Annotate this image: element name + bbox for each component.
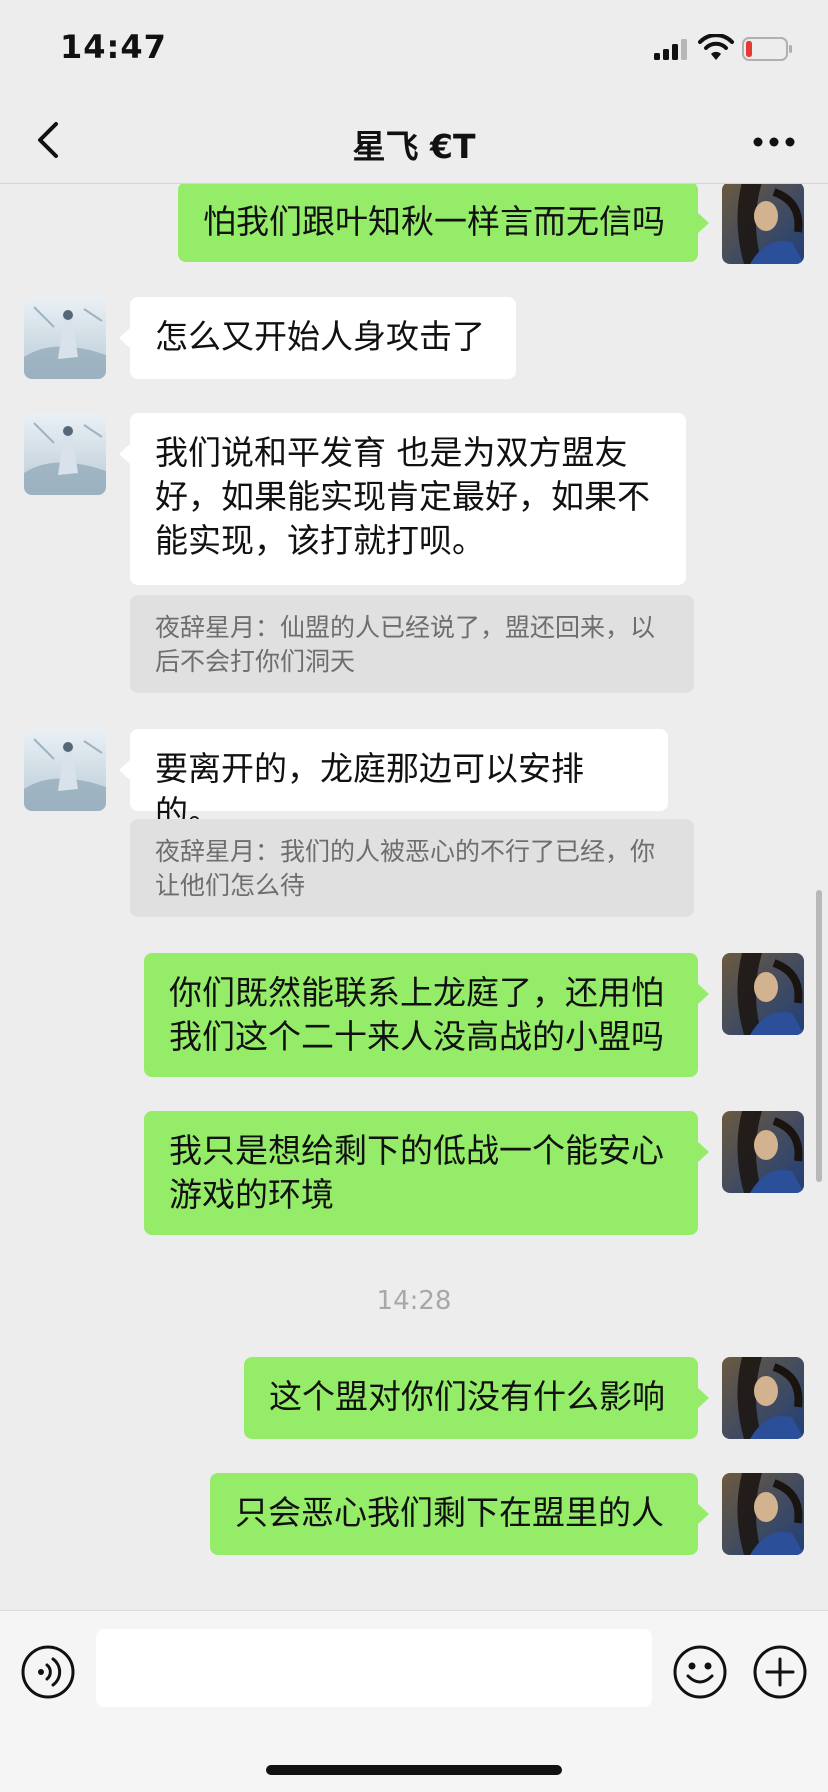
scrollbar[interactable] — [816, 890, 822, 1182]
contact-avatar[interactable] — [24, 413, 106, 495]
my-avatar[interactable] — [722, 1111, 804, 1193]
battery-low-icon — [742, 37, 792, 61]
outgoing-message-bubble[interactable]: 只会恶心我们剩下在盟里的人 — [210, 1473, 709, 1555]
my-avatar[interactable] — [722, 1473, 804, 1555]
incoming-message-bubble[interactable]: 我们说和平发育 也是为双方盟友好，如果能实现肯定最好，如果不能实现，该打就打呗。 — [119, 413, 686, 585]
outgoing-message-bubble[interactable]: 这个盟对你们没有什么影响 — [244, 1357, 709, 1439]
home-indicator — [266, 1765, 562, 1775]
contact-avatar[interactable] — [24, 297, 106, 379]
voice-icon[interactable] — [20, 1644, 76, 1700]
status-bar: 14:47 — [0, 0, 828, 100]
more-dots-icon — [753, 137, 795, 147]
wifi-icon — [698, 34, 734, 60]
quoted-message[interactable]: 夜辞星月：仙盟的人已经说了，盟还回来，以后不会打你们洞天 — [130, 595, 694, 693]
outgoing-message-bubble[interactable]: 你们既然能联系上龙庭了，还用怕我们这个二十来人没高战的小盟吗 — [144, 953, 709, 1077]
status-time: 14:47 — [60, 28, 167, 66]
quoted-message[interactable]: 夜辞星月：我们的人被恶心的不行了已经，你让他们怎么待 — [130, 819, 694, 917]
cellular-signal-icon — [654, 39, 687, 60]
my-avatar[interactable] — [722, 953, 804, 1035]
my-avatar[interactable] — [722, 184, 804, 264]
outgoing-message-bubble[interactable]: 怕我们跟叶知秋一样言而无信吗 — [178, 184, 709, 262]
chat-title: 星飞 €T — [352, 127, 476, 166]
message-list[interactable]: 怕我们跟叶知秋一样言而无信吗 怎么又开始人身攻击了 我们说和平发育 也是为双方盟… — [0, 184, 828, 1610]
my-avatar[interactable] — [722, 1357, 804, 1439]
chat-header: 星飞 €T — [0, 100, 828, 184]
contact-avatar[interactable] — [24, 729, 106, 811]
more-options-button[interactable] — [746, 114, 802, 170]
message-input[interactable] — [96, 1629, 652, 1707]
emoji-smile-icon[interactable] — [672, 1644, 728, 1700]
message-timestamp: 14:28 — [376, 1286, 452, 1316]
incoming-message-bubble[interactable]: 怎么又开始人身攻击了 — [119, 297, 516, 379]
outgoing-message-bubble[interactable]: 我只是想给剩下的低战一个能安心游戏的环境 — [144, 1111, 709, 1235]
plus-icon[interactable] — [752, 1644, 808, 1700]
incoming-message-bubble[interactable]: 要离开的，龙庭那边可以安排的。 — [119, 729, 668, 832]
